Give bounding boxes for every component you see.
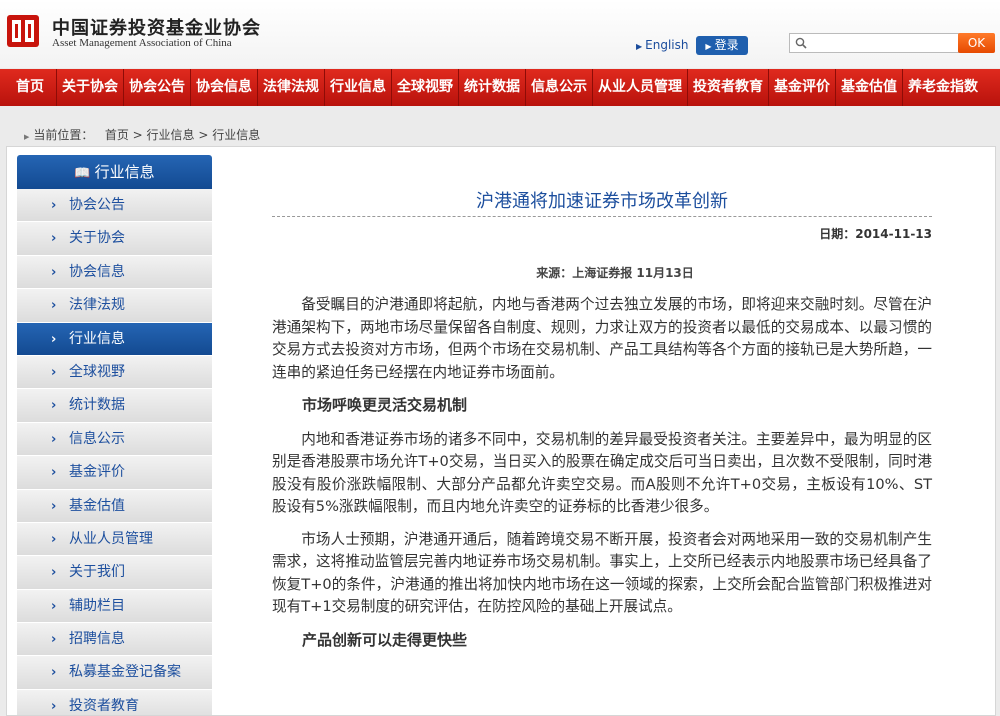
login-button[interactable]: ▶ 登录 — [696, 36, 748, 55]
chevron-right-icon: › — [51, 298, 57, 314]
paragraph: 备受瞩目的沪港通即将起航，内地与香港两个过去独立发展的市场，即将迎来交融时刻。尽… — [272, 296, 932, 381]
sidebar-item-label: 私募基金登记备案 — [69, 664, 181, 681]
content-panel: 📖 行业信息 › 协会公告 › 关于协会 › 协会信息 › 法律法规 › 行业信息 › 全球视… — [6, 146, 996, 716]
triangle-right-icon: ▶ — [705, 42, 712, 51]
article-body: 备受瞩目的沪港通即将起航，内地与香港两个过去独立发展的市场，即将迎来交融时刻。尽… — [272, 294, 932, 663]
site-header: 中国证券投资基金业协会 Asset Management Association… — [0, 0, 1000, 68]
sidebar-item-label: 基金估值 — [69, 497, 125, 514]
chevron-right-icon: › — [51, 331, 57, 347]
sidebar-item-recruitment[interactable]: › 招聘信息 — [17, 623, 212, 657]
date-label: 日期： — [819, 227, 856, 241]
article-date: 日期：2014-11-13 — [819, 225, 932, 242]
sidebar-item-label: 法律法规 — [69, 297, 125, 314]
sidebar-item-about[interactable]: › 关于协会 — [17, 222, 212, 256]
nav-item-association-info[interactable]: 协会信息 — [191, 69, 258, 106]
sidebar-item-label: 关于协会 — [69, 230, 125, 247]
nav-item-industry-info[interactable]: 行业信息 — [325, 69, 392, 106]
sidebar-item-label: 全球视野 — [69, 363, 125, 380]
nav-item-home[interactable]: 首页 — [0, 69, 57, 106]
search-icon — [795, 37, 807, 49]
sidebar-item-label: 协会信息 — [69, 263, 125, 280]
sidebar-item-label: 行业信息 — [69, 330, 125, 347]
chevron-right-icon: › — [51, 398, 57, 414]
sidebar-item-label: 基金评价 — [69, 464, 125, 481]
nav-item-announcements[interactable]: 协会公告 — [124, 69, 191, 106]
logo-title-en[interactable]: Asset Management Association of China — [52, 37, 232, 49]
chevron-right-icon: › — [51, 498, 57, 514]
english-link-label: English — [645, 38, 689, 52]
sidebar-item-label: 协会公告 — [69, 197, 125, 213]
sidebar-item-about-us[interactable]: › 关于我们 — [17, 556, 212, 590]
sidebar-item-auxiliary[interactable]: › 辅助栏目 — [17, 589, 212, 624]
chevron-right-icon: › — [51, 465, 57, 481]
chevron-right-icon: › — [51, 264, 57, 280]
nav-item-pension-index[interactable]: 养老金指数 — [903, 69, 983, 106]
sidebar-item-label: 统计数据 — [69, 397, 125, 414]
chevron-right-icon: › — [51, 431, 57, 447]
breadcrumb-label: 当前位置： — [33, 128, 94, 142]
sidebar-item-private-fund-registration[interactable]: › 私募基金登记备案 — [17, 656, 212, 690]
chevron-right-icon: › — [51, 198, 57, 213]
sidebar-item-fund-rating[interactable]: › 基金评价 — [17, 456, 212, 490]
sidebar-item-disclosure[interactable]: › 信息公示 — [17, 422, 212, 457]
sidebar-item-global-view[interactable]: › 全球视野 — [17, 355, 212, 390]
english-link[interactable]: ▶ English — [636, 38, 689, 52]
nav-item-about[interactable]: 关于协会 — [57, 69, 124, 106]
sidebar-item-fund-valuation[interactable]: › 基金估值 — [17, 489, 212, 523]
association-logo-icon[interactable] — [6, 14, 40, 48]
sidebar-item-announcements[interactable]: › 协会公告 — [17, 189, 212, 223]
search-ok-button[interactable]: OK — [958, 33, 995, 53]
sidebar-item-label: 关于我们 — [69, 564, 125, 581]
sidebar-item-practitioners[interactable]: › 从业人员管理 — [17, 522, 212, 557]
chevron-right-icon: › — [51, 632, 57, 648]
login-label: 登录 — [714, 38, 739, 52]
book-icon: 📖 — [74, 166, 91, 181]
nav-item-investor-education[interactable]: 投资者教育 — [688, 69, 769, 106]
nav-item-fund-valuation[interactable]: 基金估值 — [836, 69, 903, 106]
chevron-right-icon: › — [51, 231, 57, 247]
paragraph: 内地和香港证券市场的诸多不同中，交易机制的差异最受投资者关注。主要差异中，最为明… — [272, 430, 932, 516]
sidebar-item-label: 从业人员管理 — [69, 530, 153, 547]
date-value: 2014-11-13 — [855, 227, 932, 241]
search-box — [789, 33, 959, 53]
chevron-right-icon: › — [51, 565, 57, 581]
chevron-right-icon: › — [51, 364, 57, 380]
chevron-right-icon: › — [51, 698, 57, 714]
nav-item-laws[interactable]: 法律法规 — [258, 69, 325, 106]
triangle-right-icon: ▶ — [636, 42, 643, 51]
section-heading: 市场呼唤更灵活交易机制 — [302, 396, 468, 414]
sidebar-item-statistics[interactable]: › 统计数据 — [17, 389, 212, 423]
sidebar-item-industry-info[interactable]: › 行业信息 — [17, 322, 212, 356]
sidebar-item-label: 招聘信息 — [69, 631, 125, 648]
nav-item-fund-rating[interactable]: 基金评价 — [769, 69, 836, 106]
paragraph: 市场人士预期，沪港通开通后，随着跨境交易不断开展，投资者会对两地采用一致的交易机… — [272, 530, 932, 616]
search-input[interactable] — [812, 35, 956, 51]
sidebar-item-investor-education[interactable]: › 投资者教育 — [17, 689, 212, 715]
article-source: 来源：上海证券报 11月13日 — [536, 266, 694, 280]
breadcrumb: ▶ 当前位置： 首页 > 行业信息 > 行业信息 — [24, 126, 260, 143]
sidebar-menu: › 协会公告 › 关于协会 › 协会信息 › 法律法规 › 行业信息 › 全球视野 › 统计数… — [17, 189, 212, 715]
nav-item-global-view[interactable]: 全球视野 — [392, 69, 459, 106]
chevron-right-icon: › — [51, 665, 57, 681]
article-title: 沪港通将加速证券市场改革创新 — [476, 191, 728, 212]
nav-item-statistics[interactable]: 统计数据 — [459, 69, 526, 106]
nav-item-practitioners[interactable]: 从业人员管理 — [593, 69, 688, 106]
section-heading: 产品创新可以走得更快些 — [302, 630, 468, 649]
sidebar-title-label: 行业信息 — [94, 163, 155, 181]
sidebar-item-association-info[interactable]: › 协会信息 — [17, 255, 212, 290]
sidebar-item-label: 投资者教育 — [69, 697, 139, 714]
sidebar-item-label: 辅助栏目 — [69, 597, 125, 614]
chevron-right-icon: › — [51, 531, 57, 547]
title-divider — [272, 216, 932, 217]
breadcrumb-path[interactable]: 首页 > 行业信息 > 行业信息 — [105, 128, 260, 142]
sidebar-item-label: 信息公示 — [69, 430, 125, 447]
sidebar-item-laws[interactable]: › 法律法规 — [17, 289, 212, 323]
sidebar-title: 📖 行业信息 — [17, 155, 212, 189]
main-nav: 首页 关于协会 协会公告 协会信息 法律法规 行业信息 全球视野 统计数据 信息… — [0, 69, 1000, 106]
chevron-right-icon: › — [51, 598, 57, 614]
triangle-right-icon: ▶ — [24, 133, 30, 141]
nav-item-disclosure[interactable]: 信息公示 — [526, 69, 593, 106]
